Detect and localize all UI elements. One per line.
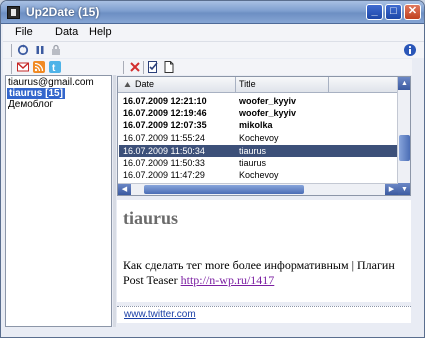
row-date: 16.07.2009 11:50:34 [123,146,205,156]
row-title: woofer_kyyiv [239,108,297,118]
app-icon [7,6,20,19]
table-row[interactable]: 16.07.2009 12:19:46 woofer_kyyiv [119,108,398,119]
gmail-icon[interactable] [17,61,29,73]
pause-icon[interactable] [34,44,46,56]
preview-footer: www.twitter.com [117,306,411,323]
table-row[interactable]: 16.07.2009 12:21:10 woofer_kyyiv [119,96,398,107]
maximize-button[interactable]: □ [385,4,402,20]
menu-bar: File Data Help [3,24,424,41]
column-divider[interactable] [235,77,236,93]
app-window: Up2Date (15) _ □ ✕ File Data Help t tiau… [0,0,425,338]
row-title: tiaurus [239,158,267,168]
toolbar-separator [143,61,144,74]
message-preview: tiaurus Как сделать тег more более инфор… [117,200,411,302]
column-title[interactable]: Title [239,79,256,89]
minimize-button[interactable]: _ [366,4,383,20]
row-title: mikolka [239,120,273,130]
vertical-scrollbar[interactable]: ▲ ▼ [397,77,410,195]
rss-icon[interactable] [33,61,45,73]
twitter-link[interactable]: www.twitter.com [124,309,196,320]
table-row[interactable]: 16.07.2009 11:50:33 tiaurus [119,158,398,169]
accounts-list: tiaurus@gmail.com tiaurus [15] Демоблог [5,75,112,327]
table-row[interactable]: 16.07.2009 11:55:24 Kochevoy [119,133,398,144]
account-item[interactable]: Демоблог [8,99,53,110]
scroll-up-button[interactable]: ▲ [398,77,410,90]
toolbar-grip [11,44,12,57]
lock-icon[interactable] [50,44,62,56]
row-date: 16.07.2009 11:50:33 [123,158,205,168]
table-row-selected[interactable]: 16.07.2009 11:50:34 tiaurus [119,145,398,157]
main-toolbar [3,41,424,58]
delete-icon[interactable] [129,61,141,73]
twitter-icon[interactable]: t [49,61,61,73]
scroll-right-button[interactable]: ▶ [385,184,398,195]
column-divider[interactable] [328,77,329,93]
row-date: 16.07.2009 12:19:46 [123,108,207,118]
row-title: Kochevoy [239,133,279,143]
horizontal-scrollbar[interactable]: ◀ ▶ [118,183,398,195]
list-header: Date Title [118,77,398,93]
table-row[interactable]: 16.07.2009 11:47:29 Kochevoy [119,170,398,181]
row-date: 16.07.2009 11:55:24 [123,133,205,143]
row-date: 16.07.2009 11:47:29 [123,170,205,180]
toolbar-grip [11,61,12,74]
menu-help[interactable]: Help [89,26,112,38]
scroll-thumb[interactable] [399,135,410,161]
row-date: 16.07.2009 12:21:10 [123,96,207,106]
info-icon[interactable] [403,43,417,57]
message-text: Как сделать тег more более информативным… [123,258,403,288]
row-title: tiaurus [239,146,267,156]
document-icon[interactable] [163,61,175,73]
message-author: tiaurus [123,208,179,228]
scroll-down-button[interactable]: ▼ [398,183,410,195]
accounts-toolbar: t [3,59,117,75]
scroll-thumb[interactable] [144,185,304,194]
panel-splitter[interactable] [113,59,116,327]
message-link[interactable]: http://n-wp.ru/1417 [181,273,275,287]
close-button[interactable]: ✕ [404,4,421,20]
column-date[interactable]: Date [135,79,154,89]
title-bar[interactable]: Up2Date (15) _ □ ✕ [1,1,424,24]
account-item[interactable]: tiaurus@gmail.com [8,77,94,88]
list-toolbar [117,59,412,75]
sort-arrow-icon [124,82,131,87]
refresh-icon[interactable] [17,44,29,56]
message-list: Date Title 16.07.2009 12:21:10 woofer_ky… [117,76,411,196]
menu-data[interactable]: Data [55,26,78,38]
row-title: Kochevoy [239,170,279,180]
row-date: 16.07.2009 12:07:35 [123,120,207,130]
row-title: woofer_kyyiv [239,96,297,106]
menu-file[interactable]: File [15,26,33,38]
mark-read-icon[interactable] [147,61,159,73]
scroll-left-button[interactable]: ◀ [118,184,131,195]
table-row[interactable]: 16.07.2009 12:07:35 mikolka [119,120,398,131]
toolbar-grip [123,61,124,74]
window-title: Up2Date (15) [26,5,100,19]
account-item-selected[interactable]: tiaurus [15] [7,88,65,99]
